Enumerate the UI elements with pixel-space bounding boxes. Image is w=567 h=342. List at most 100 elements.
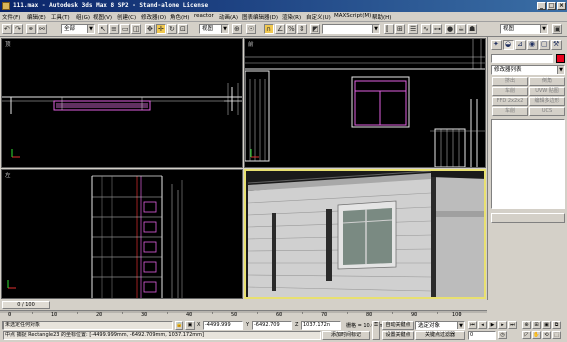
menu-rendering[interactable]: 渲染(R) [282, 13, 301, 21]
modifier-stack-list[interactable] [491, 119, 565, 209]
menu-character[interactable]: 角色(H) [170, 13, 189, 21]
selection-filter-dropdown[interactable]: 全部 ▼ [61, 24, 95, 34]
zoom-button[interactable]: ⊕ [522, 321, 531, 329]
set-key-button[interactable]: 设置关键点 [382, 331, 414, 340]
menu-graph-editors[interactable]: 图表编辑器(D) [242, 13, 278, 21]
object-name-field[interactable] [491, 54, 553, 63]
manipulate-button[interactable]: ☉ [246, 24, 256, 34]
maximize-button[interactable]: □ [547, 2, 556, 10]
menu-group[interactable]: 组(G) [76, 13, 90, 21]
menu-create[interactable]: 创建(C) [117, 13, 136, 21]
play-button[interactable]: ▶ [488, 321, 497, 329]
menu-reactor[interactable]: reactor [194, 13, 214, 19]
undo-button[interactable]: ↶ [2, 24, 12, 34]
menu-views[interactable]: 视图(V) [93, 13, 112, 21]
material-editor-button[interactable]: ● [445, 24, 455, 34]
modifier-list-dropdown[interactable]: 修改器列表 ▼ [491, 65, 565, 75]
viewport-left[interactable]: 左 [1, 169, 243, 299]
pivot-center-button[interactable]: ⊕ [232, 24, 242, 34]
current-frame-field[interactable]: 0 [468, 331, 496, 340]
select-move-active-button[interactable]: ✛ [156, 24, 166, 34]
render-last-button[interactable]: ▣ [552, 24, 562, 34]
track-bar[interactable]: 0 10 20 30 40 50 60 70 80 90 100 [0, 310, 487, 320]
zoom-extents-button[interactable]: ▣ [542, 321, 551, 329]
unlink-button[interactable]: ⚯ [37, 24, 47, 34]
close-button[interactable]: × [557, 2, 566, 10]
time-config-button[interactable]: ◷ [498, 331, 507, 339]
tab-display[interactable]: ▢ [539, 40, 550, 50]
tab-utilities[interactable]: ⚒ [551, 40, 562, 50]
z-coord-field[interactable]: 1037.172n [301, 321, 341, 330]
modifier-button-uvw-map[interactable]: UVW 贴图 [529, 87, 565, 96]
viewport-top[interactable]: 顶 [1, 38, 243, 168]
next-frame-button[interactable]: ▸ [498, 321, 507, 329]
zoom-all-button[interactable]: ⊞ [532, 321, 541, 329]
window-crossing-button[interactable]: ◫ [131, 24, 141, 34]
edit-named-sets-button[interactable]: ◩ [310, 24, 320, 34]
x-coord-field[interactable]: -4499.999 [203, 321, 243, 330]
add-time-tag-button[interactable]: 添加时间标记 [322, 331, 370, 340]
select-move-button[interactable]: ✥ [145, 24, 155, 34]
menu-modifiers[interactable]: 修改器(O) [141, 13, 166, 21]
tab-modify[interactable]: ◒ [503, 40, 514, 50]
menu-maxscript[interactable]: MAXScript(M) [334, 13, 371, 19]
modifier-button-bevel[interactable]: 倒角 [529, 77, 565, 86]
menu-customize[interactable]: 自定义(U) [306, 13, 331, 21]
curve-editor-button[interactable]: ∿ [421, 24, 431, 34]
select-rotate-button[interactable]: ↻ [167, 24, 177, 34]
select-link-button[interactable]: ⚭ [26, 24, 36, 34]
minimize-button[interactable]: _ [537, 2, 546, 10]
viewport-perspective[interactable] [244, 169, 486, 299]
named-selection-dropdown[interactable]: ▼ [322, 24, 380, 34]
maximize-viewport-button[interactable]: ⬚ [552, 331, 561, 339]
select-scale-button[interactable]: ⊡ [178, 24, 188, 34]
lock-selection-button[interactable]: 🔒 [175, 321, 183, 330]
go-to-start-button[interactable]: ⏮ [468, 321, 477, 329]
modifier-button-ucs[interactable]: UCS [529, 107, 565, 116]
schematic-view-button[interactable]: ⊶ [432, 24, 442, 34]
select-object-button[interactable]: ↖ [98, 24, 108, 34]
menu-animation[interactable]: 动画(A) [219, 13, 238, 21]
tab-create[interactable]: ✦ [491, 40, 502, 50]
pan-button[interactable]: ✋ [532, 331, 541, 339]
layer-manager-button[interactable]: ☰ [408, 24, 418, 34]
zoom-extents-all-button[interactable]: ⧉ [552, 321, 561, 329]
select-by-name-button[interactable]: ≡ [109, 24, 119, 34]
percent-snap-button[interactable]: % [286, 24, 296, 34]
field-of-view-button[interactable]: ◸ [522, 331, 531, 339]
time-slider[interactable]: 0 / 100 [2, 301, 50, 309]
redo-button[interactable]: ↷ [13, 24, 23, 34]
render-scene-button[interactable]: ☕ [456, 24, 466, 34]
absolute-mode-button[interactable]: ▣ [185, 321, 195, 330]
menu-help[interactable]: 帮助(H) [372, 13, 391, 21]
modifier-button-edit-poly[interactable]: 编辑多边形 [529, 97, 565, 106]
region-select-button[interactable]: ▭ [120, 24, 130, 34]
modifier-button-lathe[interactable]: 车削 [492, 87, 528, 96]
key-mode-dropdown[interactable]: 选定对象 ▼ [415, 321, 465, 330]
quick-render-button[interactable]: ☗ [467, 24, 477, 34]
menu-file[interactable]: 文件(F) [2, 13, 20, 21]
menu-edit[interactable]: 编辑(E) [27, 13, 46, 21]
go-to-end-button[interactable]: ⏭ [508, 321, 517, 329]
align-button[interactable]: ⊞ [395, 24, 405, 34]
viewport-front[interactable]: 前 [244, 38, 486, 168]
modifier-button-ffd[interactable]: FFD 2x2x2 [492, 97, 528, 106]
menu-tools[interactable]: 工具(T) [51, 13, 70, 21]
previous-frame-button[interactable]: ◂ [478, 321, 487, 329]
tab-motion[interactable]: ◉ [527, 40, 538, 50]
snap-toggle-button[interactable]: ∩ [264, 24, 274, 34]
modifier-button-extrude[interactable]: 挤出 [492, 77, 528, 86]
auto-key-button[interactable]: 自动关键点 [382, 321, 414, 330]
object-color-swatch[interactable] [556, 54, 565, 63]
tab-hierarchy[interactable]: ⊿ [515, 40, 526, 50]
angle-snap-button[interactable]: ∠ [275, 24, 285, 34]
mirror-button[interactable]: ⫿ [384, 24, 394, 34]
key-mode-icon-button[interactable]: ⚿ [372, 321, 380, 340]
reference-coord-dropdown[interactable]: 视图 ▼ [199, 24, 229, 34]
arc-rotate-button[interactable]: ⟲ [542, 331, 551, 339]
render-type-dropdown[interactable]: 视图 ▼ [500, 24, 548, 34]
modifier-button-lathe-2[interactable]: 车削 [492, 107, 528, 116]
key-filters-button[interactable]: 关键点过滤器 [415, 331, 465, 340]
y-coord-field[interactable]: -6492.709 [252, 321, 292, 330]
spinner-snap-button[interactable]: ⇕ [297, 24, 307, 34]
